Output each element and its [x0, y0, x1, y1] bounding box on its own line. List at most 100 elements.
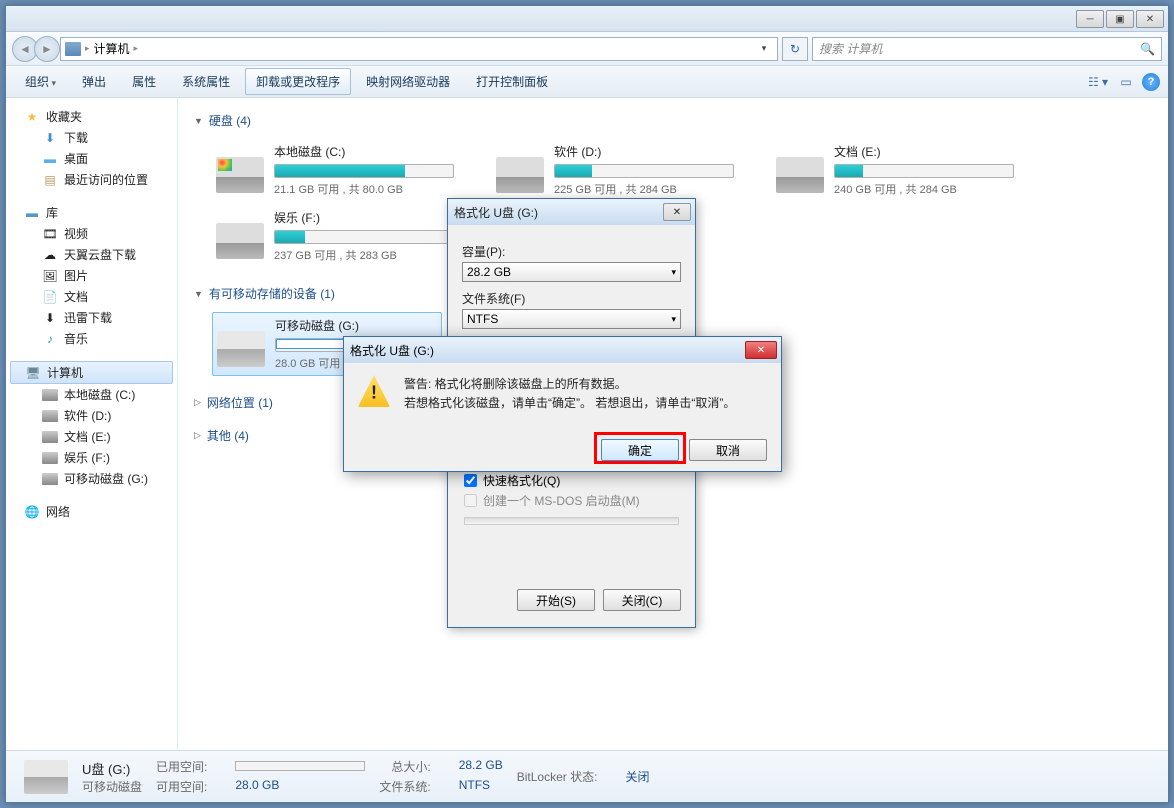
system-properties-button[interactable]: 系统属性 — [171, 68, 241, 95]
removable-drive-icon — [24, 760, 68, 794]
details-subtitle: 可移动磁盘 — [82, 778, 142, 795]
star-icon: ★ — [24, 109, 40, 125]
close-button[interactable]: ✕ — [745, 341, 777, 359]
sidebar-item-documents[interactable]: 📄文档 — [6, 286, 177, 307]
view-options-button[interactable]: ☷ ▾ — [1086, 70, 1110, 94]
desktop-icon: ▬ — [42, 151, 58, 167]
capacity-bar — [834, 164, 1014, 178]
search-input[interactable]: 搜索 计算机 🔍 — [812, 37, 1162, 61]
msdos-checkbox: 创建一个 MS-DOS 启动盘(M) — [464, 492, 679, 509]
chevron-right-icon: ▸ — [134, 43, 139, 54]
drive-e[interactable]: 文档 (E:) 240 GB 可用 , 共 284 GB — [772, 139, 1002, 201]
sidebar-item-drive-d[interactable]: 软件 (D:) — [6, 405, 177, 426]
chevron-right-icon: ▸ — [85, 43, 90, 54]
address-dropdown[interactable]: ▾ — [755, 43, 773, 54]
cancel-button[interactable]: 取消 — [689, 439, 767, 461]
video-icon: 🎞 — [42, 226, 58, 242]
minimize-button[interactable]: ─ — [1076, 10, 1104, 28]
drive-icon — [42, 431, 58, 443]
sidebar: ★收藏夹 ⬇下载 ▬桌面 ▤最近访问的位置 ▬库 🎞视频 ☁天翼云盘下载 🖼图片… — [6, 98, 178, 750]
download-icon: ⬇ — [42, 310, 58, 326]
titlebar: ─ ▣ ✕ — [6, 6, 1168, 32]
refresh-button[interactable]: ↻ — [782, 37, 808, 61]
capacity-bar — [554, 164, 734, 178]
drive-d[interactable]: 软件 (D:) 225 GB 可用 , 共 284 GB — [492, 139, 722, 201]
expand-icon: ▷ — [194, 397, 201, 408]
capacity-select[interactable]: 28.2 GB — [462, 262, 681, 282]
drive-c[interactable]: 本地磁盘 (C:) 21.1 GB 可用 , 共 80.0 GB — [212, 139, 442, 201]
uninstall-button[interactable]: 卸载或更改程序 — [245, 68, 351, 95]
address-bar[interactable]: ▸ 计算机 ▸ ▾ — [60, 37, 778, 61]
warning-icon — [358, 375, 390, 407]
sidebar-computer[interactable]: 🖥计算机 — [10, 361, 173, 384]
section-hdd[interactable]: ▼硬盘 (4) — [194, 108, 1152, 133]
sidebar-item-drive-f[interactable]: 娱乐 (F:) — [6, 447, 177, 468]
details-title: U盘 (G:) — [82, 759, 142, 778]
cloud-icon: ☁ — [42, 247, 58, 263]
used-space-bar — [235, 761, 365, 771]
drive-f[interactable]: 娱乐 (F:) 237 GB 可用 , 共 283 GB — [212, 205, 442, 267]
recent-icon: ▤ — [42, 172, 58, 188]
maximize-button[interactable]: ▣ — [1106, 10, 1134, 28]
collapse-icon: ▼ — [194, 116, 203, 126]
drive-icon — [42, 473, 58, 485]
close-button[interactable]: ✕ — [1136, 10, 1164, 28]
quick-format-checkbox[interactable]: 快速格式化(Q) — [464, 472, 679, 489]
drive-icon — [216, 157, 264, 193]
eject-button[interactable]: 弹出 — [71, 68, 117, 95]
control-panel-button[interactable]: 打开控制面板 — [465, 68, 559, 95]
map-drive-button[interactable]: 映射网络驱动器 — [355, 68, 461, 95]
warning-dialog: 格式化 U盘 (G:) ✕ 警告: 格式化将删除该磁盘上的所有数据。 若想格式化… — [343, 336, 782, 472]
help-icon[interactable]: ? — [1142, 73, 1160, 91]
sidebar-item-drive-g[interactable]: 可移动磁盘 (G:) — [6, 468, 177, 489]
drive-icon — [42, 389, 58, 401]
sidebar-item-pictures[interactable]: 🖼图片 — [6, 265, 177, 286]
sidebar-item-xunlei[interactable]: ⬇迅雷下载 — [6, 307, 177, 328]
properties-button[interactable]: 属性 — [121, 68, 167, 95]
drive-icon — [216, 223, 264, 259]
capacity-bar — [274, 164, 454, 178]
organize-button[interactable]: 组织 — [14, 68, 67, 95]
toolbar: 组织 弹出 属性 系统属性 卸载或更改程序 映射网络驱动器 打开控制面板 ☷ ▾… — [6, 66, 1168, 98]
removable-drive-icon — [217, 331, 265, 367]
warning-dialog-title: 格式化 U盘 (G:) ✕ — [344, 337, 781, 363]
start-button[interactable]: 开始(S) — [517, 589, 595, 611]
ok-button[interactable]: 确定 — [601, 439, 679, 461]
warning-text: 警告: 格式化将删除该磁盘上的所有数据。 若想格式化该磁盘，请单击“确定”。 若… — [404, 375, 735, 413]
details-pane: U盘 (G:) 可移动磁盘 已用空间: 可用空间:28.0 GB 总大小:28.… — [6, 750, 1168, 802]
computer-icon — [65, 42, 81, 56]
sidebar-item-drive-e[interactable]: 文档 (E:) — [6, 426, 177, 447]
sidebar-item-recent[interactable]: ▤最近访问的位置 — [6, 169, 177, 190]
library-icon: ▬ — [24, 205, 40, 221]
sidebar-item-videos[interactable]: 🎞视频 — [6, 223, 177, 244]
sidebar-libraries[interactable]: ▬库 — [6, 202, 177, 223]
sidebar-item-cloud[interactable]: ☁天翼云盘下载 — [6, 244, 177, 265]
drive-icon — [42, 452, 58, 464]
address-segment[interactable]: 计算机 — [94, 40, 130, 57]
nav-bar: ◄ ► ▸ 计算机 ▸ ▾ ↻ 搜索 计算机 🔍 — [6, 32, 1168, 66]
sidebar-item-downloads[interactable]: ⬇下载 — [6, 127, 177, 148]
forward-button[interactable]: ► — [34, 36, 60, 62]
format-dialog-title: 格式化 U盘 (G:) ✕ — [448, 199, 695, 225]
sidebar-favorites[interactable]: ★收藏夹 — [6, 106, 177, 127]
computer-icon: 🖥 — [25, 365, 41, 381]
network-icon: 🌐 — [24, 504, 40, 520]
progress-bar — [464, 517, 679, 525]
search-placeholder: 搜索 计算机 — [819, 40, 882, 57]
filesystem-select[interactable]: NTFS — [462, 309, 681, 329]
music-icon: ♪ — [42, 331, 58, 347]
preview-pane-button[interactable]: ▭ — [1114, 70, 1138, 94]
sidebar-item-music[interactable]: ♪音乐 — [6, 328, 177, 349]
sidebar-item-drive-c[interactable]: 本地磁盘 (C:) — [6, 384, 177, 405]
drive-icon — [42, 410, 58, 422]
sidebar-item-desktop[interactable]: ▬桌面 — [6, 148, 177, 169]
sidebar-network[interactable]: 🌐网络 — [6, 501, 177, 522]
expand-icon: ▷ — [194, 430, 201, 441]
capacity-bar — [274, 230, 454, 244]
picture-icon: 🖼 — [42, 268, 58, 284]
close-button[interactable]: ✕ — [663, 203, 691, 221]
drive-icon — [776, 157, 824, 193]
close-button[interactable]: 关闭(C) — [603, 589, 681, 611]
search-icon: 🔍 — [1140, 42, 1155, 56]
document-icon: 📄 — [42, 289, 58, 305]
